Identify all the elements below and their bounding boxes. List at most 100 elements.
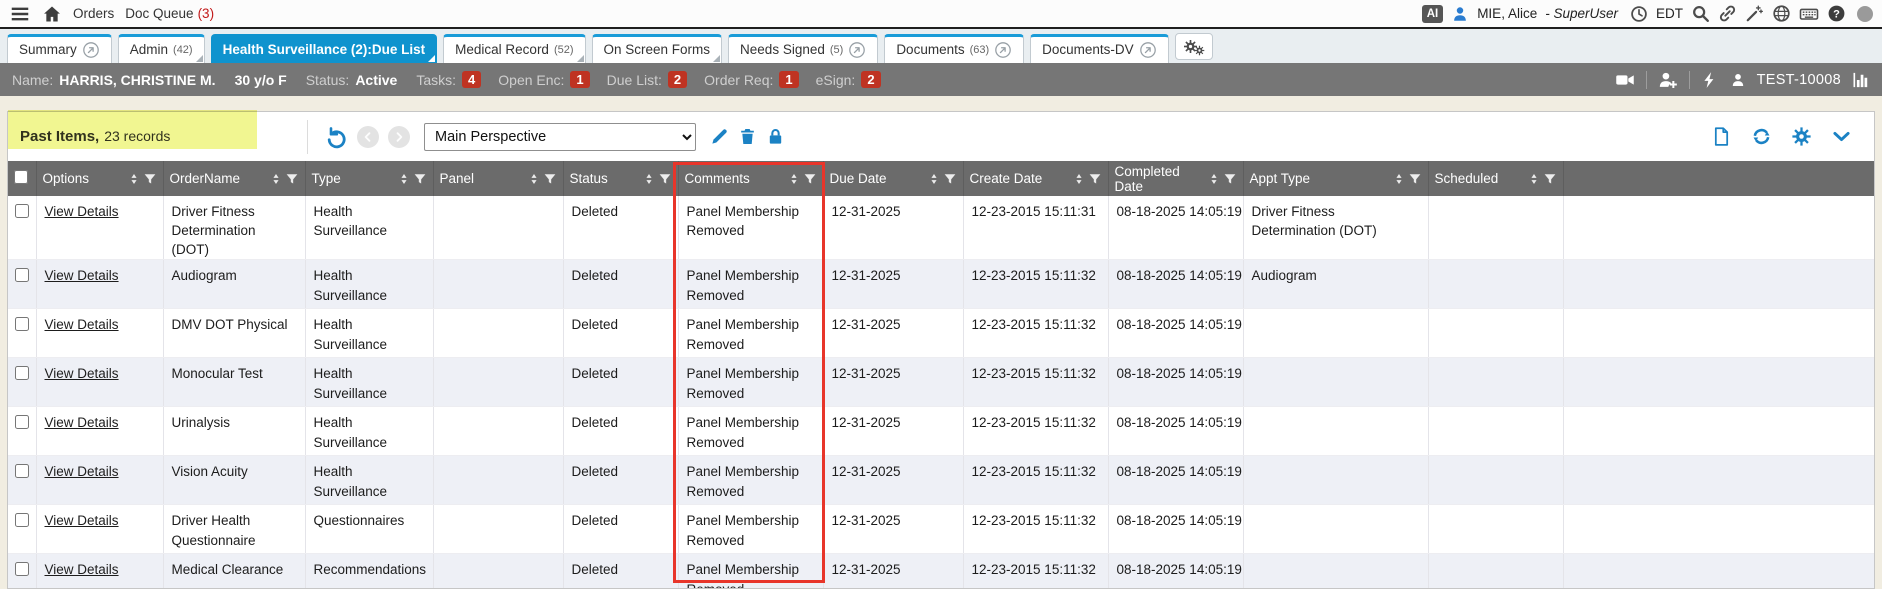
row-checkbox[interactable]	[15, 562, 29, 576]
column-header-ordername[interactable]: OrderName	[163, 161, 305, 196]
nav-doc-queue[interactable]: Doc Queue(3)	[125, 6, 214, 21]
user-name[interactable]: MIE, Alice	[1477, 6, 1537, 21]
tab-count: (52)	[554, 44, 574, 56]
refresh-icon[interactable]	[1751, 126, 1772, 147]
popout-icon[interactable]	[1139, 41, 1157, 59]
column-header-completed-date[interactable]: Completed Date	[1108, 161, 1243, 196]
column-header-options[interactable]: Options	[36, 161, 163, 196]
globe-icon[interactable]	[1772, 4, 1791, 23]
sort-icon[interactable]	[927, 171, 941, 187]
sort-icon[interactable]	[1207, 171, 1221, 187]
timezone-label[interactable]: EDT	[1656, 6, 1683, 21]
tab-medical-record[interactable]: Medical Record(52)	[443, 34, 585, 63]
popout-icon[interactable]	[994, 41, 1012, 59]
column-header-status[interactable]: Status	[563, 161, 678, 196]
select-all-checkbox[interactable]	[14, 170, 28, 184]
help-icon[interactable]: ?	[1827, 4, 1846, 23]
row-checkbox[interactable]	[15, 415, 29, 429]
link-icon[interactable]	[1718, 4, 1737, 23]
new-document-icon[interactable]	[1711, 126, 1732, 147]
tab-needs-signed[interactable]: Needs Signed(5)	[728, 34, 878, 63]
tab-documents[interactable]: Documents(63)	[884, 34, 1024, 63]
popout-icon[interactable]	[848, 41, 866, 59]
view-details-link[interactable]: View Details	[45, 562, 119, 577]
filter-icon[interactable]	[1088, 172, 1102, 186]
cell-options: View Details	[36, 309, 163, 358]
undo-icon[interactable]	[324, 125, 348, 149]
bolt-icon[interactable]	[1701, 71, 1719, 89]
view-details-link[interactable]: View Details	[45, 204, 119, 219]
nav-orders[interactable]: Orders	[73, 6, 114, 21]
filter-icon[interactable]	[285, 172, 299, 186]
row-checkbox[interactable]	[15, 366, 29, 380]
counter-badge-open-enc[interactable]: 1	[570, 71, 589, 88]
tab-admin[interactable]: Admin(42)	[118, 34, 205, 63]
wand-icon[interactable]	[1745, 4, 1764, 23]
add-person-icon[interactable]	[1658, 70, 1678, 90]
sort-icon[interactable]	[397, 171, 411, 187]
popout-icon[interactable]	[82, 41, 100, 59]
row-checkbox[interactable]	[15, 268, 29, 282]
column-header-scheduled[interactable]: Scheduled	[1428, 161, 1563, 196]
back-button[interactable]	[357, 126, 379, 148]
counter-badge-tasks[interactable]: 4	[462, 71, 481, 88]
filter-icon[interactable]	[803, 172, 817, 186]
filter-icon[interactable]	[943, 172, 957, 186]
tab-on-screen-forms[interactable]: On Screen Forms	[592, 34, 723, 63]
column-header-panel[interactable]: Panel	[433, 161, 563, 196]
tab-summary[interactable]: Summary	[7, 34, 112, 63]
column-header-appt-type[interactable]: Appt Type	[1243, 161, 1428, 196]
sort-icon[interactable]	[1392, 171, 1406, 187]
tab-documents-dv[interactable]: Documents-DV	[1030, 34, 1169, 63]
filter-icon[interactable]	[1543, 172, 1557, 186]
sort-icon[interactable]	[1072, 171, 1086, 187]
filter-icon[interactable]	[658, 172, 672, 186]
filter-icon[interactable]	[413, 172, 427, 186]
keyboard-icon[interactable]	[1799, 4, 1819, 24]
table-row: View DetailsDriver Health QuestionnaireQ…	[8, 505, 1874, 554]
row-checkbox[interactable]	[15, 317, 29, 331]
sort-icon[interactable]	[127, 171, 141, 187]
forward-button[interactable]	[388, 126, 410, 148]
edit-pencil-icon[interactable]	[710, 127, 729, 146]
perspective-select[interactable]: Main Perspective	[424, 123, 696, 151]
counter-badge-esign[interactable]: 2	[861, 71, 880, 88]
sort-icon[interactable]	[642, 171, 656, 187]
sort-icon[interactable]	[269, 171, 283, 187]
sort-icon[interactable]	[1527, 171, 1541, 187]
filter-icon[interactable]	[543, 172, 557, 186]
ai-badge[interactable]: AI	[1422, 5, 1444, 23]
column-header-comments[interactable]: Comments	[678, 161, 823, 196]
view-details-link[interactable]: View Details	[45, 415, 119, 430]
column-header-create-date[interactable]: Create Date	[963, 161, 1108, 196]
bar-chart-icon[interactable]	[1852, 71, 1870, 89]
home-icon[interactable]	[42, 4, 62, 24]
view-details-link[interactable]: View Details	[45, 513, 119, 528]
view-details-link[interactable]: View Details	[45, 317, 119, 332]
filter-icon[interactable]	[1408, 172, 1422, 186]
collapse-chevron-icon[interactable]	[1831, 126, 1852, 147]
row-checkbox[interactable]	[15, 513, 29, 527]
filter-icon[interactable]	[143, 172, 157, 186]
tab-health-surveillance-2-due-list[interactable]: Health Surveillance (2):Due List	[211, 34, 438, 63]
counter-badge-due-list[interactable]: 2	[668, 71, 687, 88]
sort-icon[interactable]	[787, 171, 801, 187]
filter-icon[interactable]	[1223, 172, 1237, 186]
view-details-link[interactable]: View Details	[45, 366, 119, 381]
view-details-link[interactable]: View Details	[45, 268, 119, 283]
column-header-due-date[interactable]: Due Date	[823, 161, 963, 196]
cell-appt-type	[1243, 505, 1428, 554]
row-checkbox[interactable]	[15, 204, 29, 218]
hamburger-menu-icon[interactable]	[9, 3, 31, 25]
sort-icon[interactable]	[527, 171, 541, 187]
delete-trash-icon[interactable]	[738, 127, 757, 146]
column-header-type[interactable]: Type	[305, 161, 433, 196]
lock-icon[interactable]	[766, 127, 785, 146]
counter-badge-order-req[interactable]: 1	[779, 71, 798, 88]
row-checkbox[interactable]	[15, 464, 29, 478]
settings-gear-icon[interactable]	[1791, 126, 1812, 147]
video-camera-icon[interactable]	[1615, 70, 1635, 90]
view-details-link[interactable]: View Details	[45, 464, 119, 479]
search-icon[interactable]	[1691, 4, 1710, 23]
tab-settings-button[interactable]	[1175, 33, 1213, 60]
